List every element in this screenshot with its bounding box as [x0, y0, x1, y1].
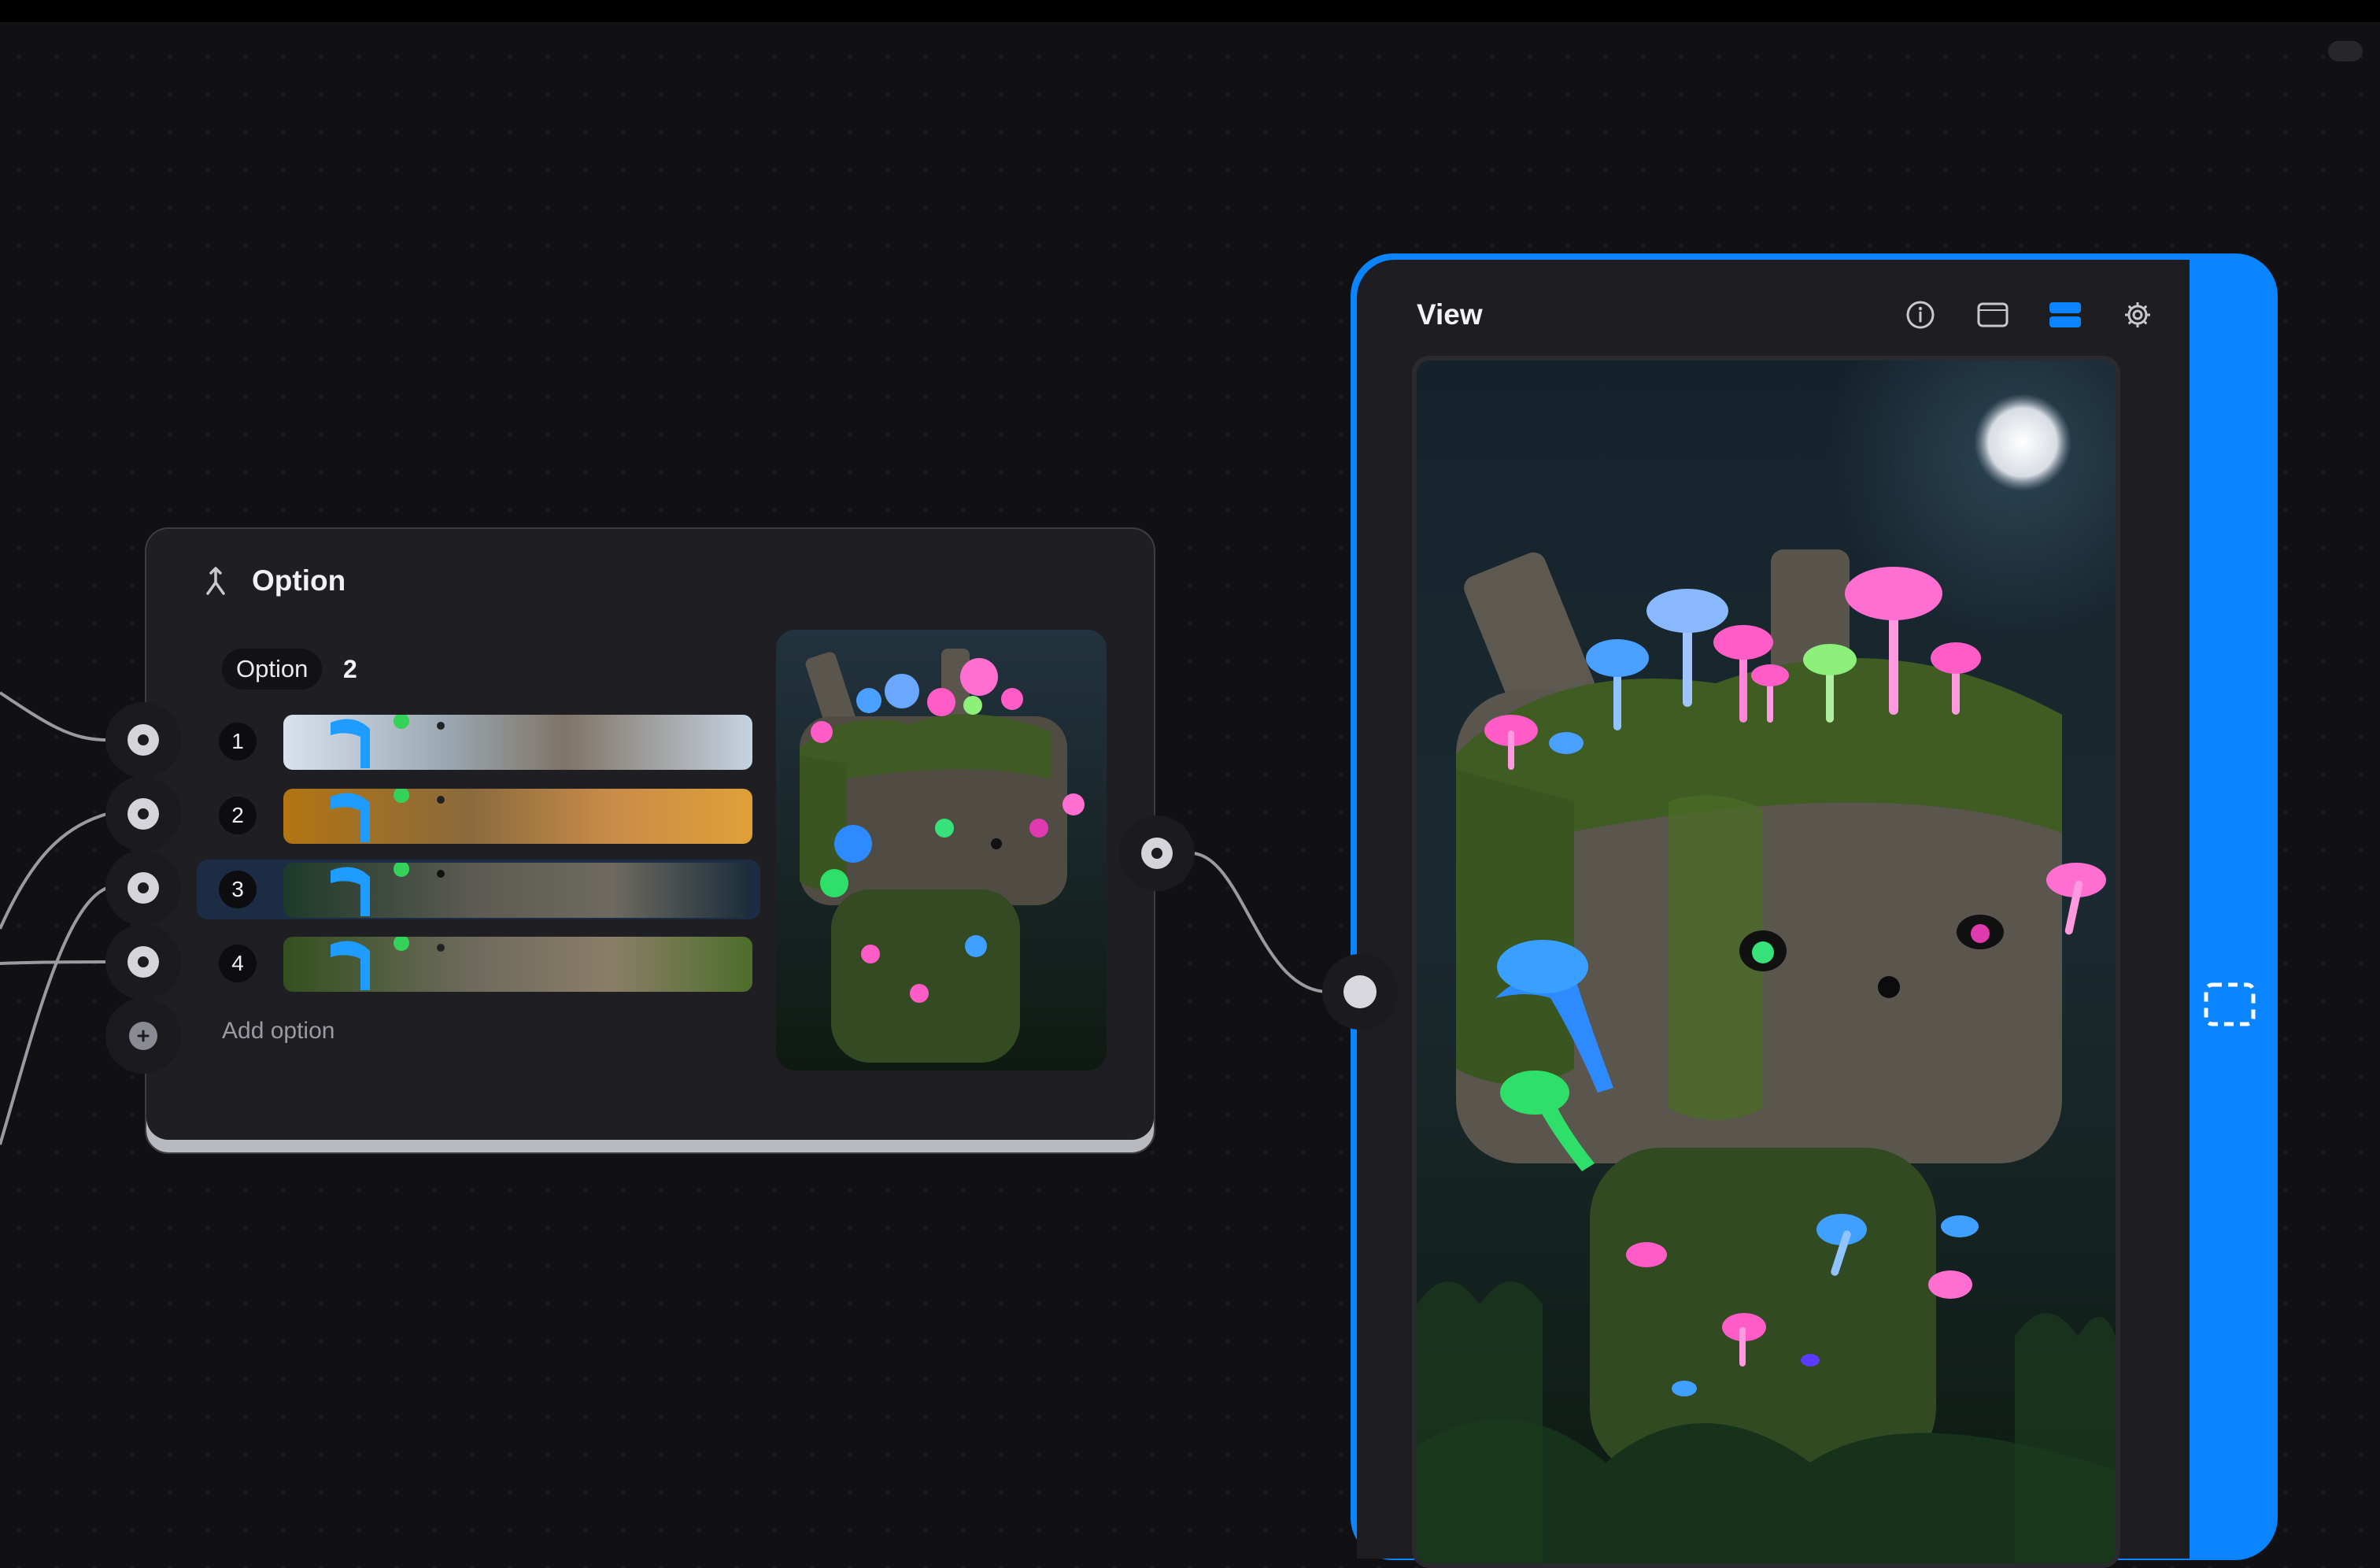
- split-view-icon: [2049, 302, 2081, 327]
- option-thumbnail: [283, 789, 752, 844]
- view-node[interactable]: View: [1351, 253, 2278, 1568]
- add-option-button[interactable]: Add option: [222, 1015, 334, 1047]
- option-row-number: 3: [219, 871, 257, 908]
- option-node[interactable]: Option Option 2 1 2 3 4 Add option: [145, 527, 1155, 1154]
- option-row-number: 4: [219, 945, 257, 982]
- input-port-2[interactable]: [105, 776, 181, 852]
- view-node-title: View: [1417, 298, 1483, 331]
- option-node-title: Option: [252, 564, 346, 597]
- info-button[interactable]: [1897, 293, 1944, 337]
- wire-out: [1192, 852, 1329, 993]
- option-thumbnail: [283, 937, 752, 992]
- wire-in-2: [0, 812, 108, 930]
- input-port-3[interactable]: [105, 850, 181, 926]
- option-thumbnail: [283, 863, 752, 918]
- branch-icon: [206, 567, 225, 595]
- option-chip[interactable]: Option: [222, 649, 323, 690]
- settings-button[interactable]: [2114, 293, 2161, 337]
- option-thumbnail: [283, 715, 752, 770]
- option-row-4[interactable]: 4: [197, 934, 760, 993]
- wire-in-4: [0, 960, 108, 965]
- add-option-port[interactable]: [105, 998, 181, 1074]
- window-button[interactable]: [1969, 293, 2016, 337]
- plus-icon: [137, 1030, 150, 1042]
- option-row-3[interactable]: 3: [197, 860, 760, 919]
- option-row-1[interactable]: 1: [197, 712, 760, 771]
- wire-in-3: [0, 886, 108, 1145]
- input-port-4[interactable]: [105, 924, 181, 1000]
- window-icon: [1977, 302, 2009, 327]
- output-port[interactable]: [1119, 815, 1195, 891]
- split-view-button[interactable]: [2042, 293, 2089, 337]
- marquee-select-icon[interactable]: [2202, 981, 2257, 1028]
- option-row-number: 1: [219, 723, 257, 760]
- info-icon: [1906, 301, 1935, 329]
- wire-in-1: [0, 691, 108, 741]
- view-image: [1412, 356, 2120, 1568]
- input-port-1[interactable]: [105, 702, 181, 778]
- option-selected-value: 2: [343, 655, 357, 683]
- view-input-port[interactable]: [1322, 954, 1398, 1030]
- option-node-header[interactable]: Option: [200, 560, 346, 601]
- option-row-2[interactable]: 2: [197, 786, 760, 845]
- option-row-number: 2: [219, 797, 257, 834]
- option-preview-image: [776, 630, 1107, 1071]
- gear-icon: [2125, 302, 2150, 327]
- view-node-body: View: [1357, 260, 2190, 1568]
